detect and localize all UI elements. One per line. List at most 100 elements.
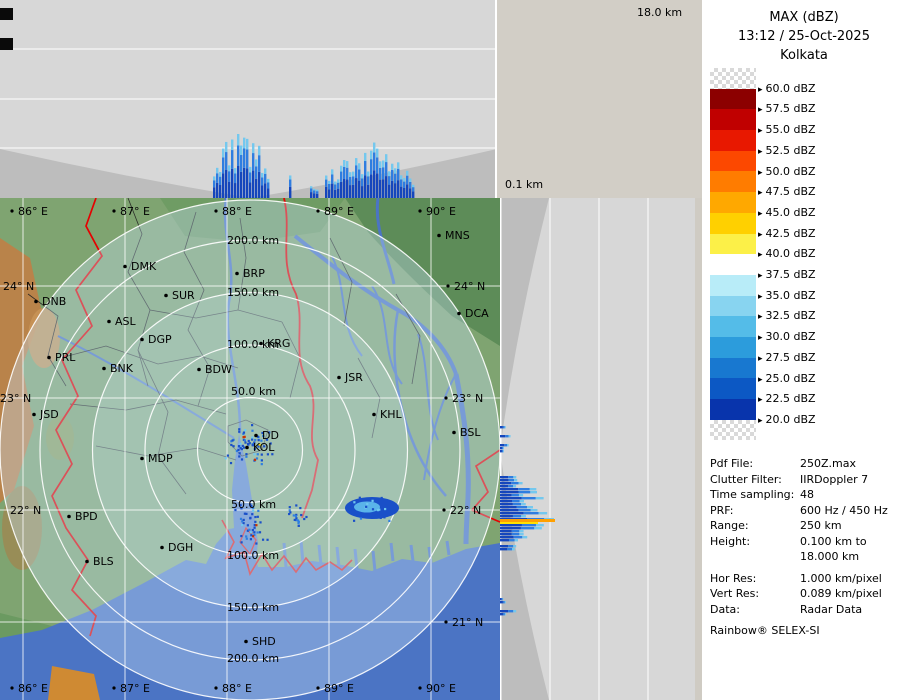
radar-display-window: 18.0 km 0.1 km 86° E 86° E 87° E 87° E 8…: [0, 0, 906, 700]
legend-tick-icon: ▸: [758, 374, 763, 385]
longitude-label: 89° E: [324, 682, 354, 695]
legend-value-label: ▸ 45.0 dBZ: [758, 205, 816, 219]
legend-tick-icon: ▸: [758, 188, 763, 199]
info-row: PRF: 600 Hz / 450 Hz: [710, 503, 888, 517]
latitude-label: 22° N: [10, 504, 41, 517]
range-ring-label: 50.0 km: [231, 385, 276, 398]
legend-value-label: ▸ 55.0 dBZ: [758, 123, 816, 137]
legend-color-cell: [710, 336, 756, 358]
city-label: BPD: [75, 510, 98, 523]
range-ring-label: 150.0 km: [227, 286, 279, 299]
longitude-label: 88° E: [222, 205, 252, 218]
legend-color-cell: [710, 212, 756, 234]
color-scale-bar: [710, 68, 756, 441]
edge-marker: [0, 8, 13, 20]
city-label: DGP: [148, 333, 172, 346]
legend-color-cell: [710, 274, 756, 296]
legend-value-label: ▸ 32.5 dBZ: [758, 309, 816, 323]
legend-tick-icon: ▸: [758, 208, 763, 219]
city-label: KRG: [267, 337, 290, 350]
legend-color-cell: [710, 378, 756, 399]
legend-color-cell: [710, 254, 756, 275]
latitude-label: 21° N: [452, 616, 483, 629]
city-label: BDW: [205, 363, 232, 376]
legend-tick-icon: ▸: [758, 291, 763, 302]
legend-tick-icon: ▸: [758, 395, 763, 406]
latitude-label: 24° N: [454, 280, 485, 293]
legend-color-cell: [710, 357, 756, 379]
longitude-label: 90° E: [426, 682, 456, 695]
info-row: Pdf File: 250Z.max: [710, 457, 856, 470]
legend-tick-icon: ▸: [758, 84, 763, 95]
axis-corner: 18.0 km 0.1 km: [497, 0, 702, 198]
longitude-label: 90° E: [426, 205, 456, 218]
product-info-block: Pdf File: 250Z.max Clutter Filter: IIRDoppl…: [710, 456, 902, 617]
city-label: DMK: [131, 260, 157, 273]
city-label: BSL: [460, 426, 481, 439]
city-label: DGH: [168, 541, 193, 554]
city-label: BRP: [243, 267, 265, 280]
city-label: KOL: [253, 441, 275, 454]
station-name: Kolkata: [780, 48, 828, 63]
legend-tick-icon: ▸: [758, 146, 763, 157]
info-row: Data: Radar Data: [710, 602, 863, 616]
legend-tick-icon: ▸: [758, 126, 763, 137]
legend-color-cell: [710, 316, 756, 337]
legend-tick-icon: ▸: [758, 415, 763, 426]
product-header: MAX (dBZ) 13:12 / 25-Oct-2025 Kolkata: [702, 8, 906, 65]
legend-color-cell: [710, 130, 756, 151]
longitude-label: 89° E: [324, 205, 354, 218]
max-height-label: 18.0 km: [637, 6, 683, 19]
legend-tick-icon: ▸: [758, 167, 763, 178]
legend-color-cell: [710, 171, 756, 193]
legend-value-label: ▸ 37.5 dBZ: [758, 268, 816, 282]
radar-map-panel: 86° E 86° E 87° E 87° E 88° E 88° E 89° E 89° E…: [0, 197, 501, 700]
info-row: Time sampling: 48: [710, 488, 814, 501]
legend-value-label: ▸ 42.5 dBZ: [758, 226, 816, 240]
city-label: JSR: [344, 371, 363, 384]
legend-value-label: ▸ 57.5 dBZ: [758, 102, 816, 116]
legend-value-label: ▸ 60.0 dBZ: [758, 81, 816, 95]
city-label: MDP: [148, 452, 173, 465]
range-ring-label: 200.0 km: [227, 652, 279, 665]
city-label: SUR: [172, 289, 195, 302]
vertical-projection-top-panel: [0, 0, 497, 198]
longitude-label: 87° E: [120, 682, 150, 695]
product-datetime: 13:12 / 25-Oct-2025: [738, 29, 870, 44]
legend-color-cell: [710, 419, 756, 441]
legend-tick-icon: ▸: [758, 353, 763, 364]
legend-value-label: ▸ 25.0 dBZ: [758, 371, 816, 385]
legend-value-label: ▸ 22.5 dBZ: [758, 392, 816, 406]
legend-value-label: ▸ 40.0 dBZ: [758, 247, 816, 261]
longitude-label: 86° E: [18, 682, 48, 695]
longitude-label: 87° E: [120, 205, 150, 218]
legend-tick-icon: ▸: [758, 250, 763, 261]
longitude-label: 86° E: [18, 205, 48, 218]
info-row: 18.000 km: [800, 550, 860, 563]
vertical-projection-side-panel: [500, 198, 695, 700]
latitude-label: 23° N: [0, 392, 31, 405]
city-label: BLS: [93, 555, 114, 568]
legend-value-label: ▸ 50.0 dBZ: [758, 164, 816, 178]
legend-color-cell: [710, 233, 756, 255]
range-ring-label: 50.0 km: [231, 498, 276, 511]
legend-color-cell: [710, 295, 756, 317]
legend-value-label: ▸ 30.0 dBZ: [758, 330, 816, 344]
edge-marker: [0, 38, 13, 50]
legend-tick-icon: ▸: [758, 105, 763, 116]
legend-tick-icon: ▸: [758, 229, 763, 240]
legend-panel: MAX (dBZ) 13:12 / 25-Oct-2025 Kolkata ▸ 6…: [702, 0, 906, 700]
latitude-label: 23° N: [452, 392, 483, 405]
city-label: SHD: [252, 635, 276, 648]
legend-value-label: ▸ 47.5 dBZ: [758, 185, 816, 199]
min-height-label: 0.1 km: [505, 178, 544, 191]
legend-color-cell: [710, 192, 756, 213]
software-credit: Rainbow® SELEX-SI: [710, 624, 820, 637]
range-ring-label: 200.0 km: [227, 234, 279, 247]
city-label: JSD: [39, 408, 59, 421]
legend-color-cell: [710, 399, 756, 420]
range-ring-label: 100.0 km: [227, 549, 279, 562]
info-row: Clutter Filter: IIRDoppler 7: [710, 472, 869, 486]
legend-tick-icon: ▸: [758, 312, 763, 323]
range-ring-label: 150.0 km: [227, 601, 279, 614]
